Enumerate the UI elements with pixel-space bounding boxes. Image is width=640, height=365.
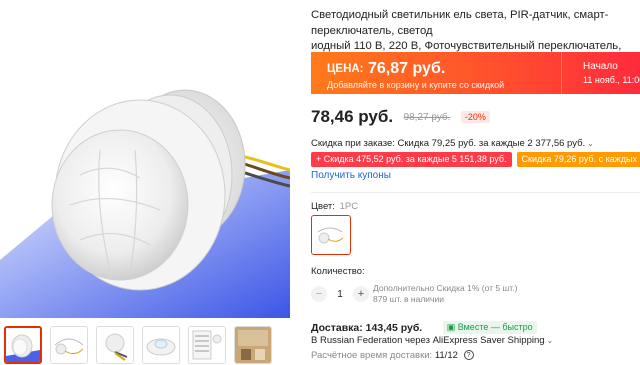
order-discount-text: Скидка при заказе: Скидка 79,25 руб. за … bbox=[311, 138, 586, 149]
delivery-time-label: Расчётное время доставки: bbox=[311, 350, 433, 361]
extra-discount-text: Дополнительно Скидка 1% (от 5 шт.) bbox=[373, 283, 518, 293]
help-icon[interactable]: ? bbox=[463, 350, 474, 361]
color-swatch-1pc[interactable] bbox=[311, 215, 351, 255]
quantity-label: Количество: bbox=[311, 266, 365, 277]
current-price: 78,46 руб. bbox=[311, 107, 394, 126]
promo-start-label: Начало bbox=[583, 61, 618, 72]
quantity-stepper: − 1 + bbox=[311, 285, 369, 303]
quantity-minus-button[interactable]: − bbox=[311, 286, 327, 302]
get-coupons-link[interactable]: Получить купоны bbox=[311, 170, 391, 181]
divider bbox=[311, 192, 640, 193]
thumbnail-strip bbox=[4, 326, 272, 364]
quantity-value[interactable]: 1 bbox=[333, 289, 347, 300]
quantity-info: Дополнительно Скидка 1% (от 5 шт.) 879 ш… bbox=[373, 283, 517, 305]
shipping-method[interactable]: В Russian Federation через AliExpress Sa… bbox=[311, 335, 553, 346]
promo-start-date: 11 нояб., 11:00 bbox=[583, 75, 640, 85]
coupon-select[interactable]: Скидка 79,26 руб. с каждых 1 981, bbox=[516, 152, 640, 167]
old-price: 98,27 руб. bbox=[403, 111, 451, 123]
price-row: 78,46 руб. 98,27 руб. -20% bbox=[311, 107, 490, 129]
product-info-panel: Светодиодный светильник ель света, PIR-д… bbox=[311, 0, 640, 365]
thumbnail-5[interactable] bbox=[188, 326, 226, 364]
thumbnail-1[interactable] bbox=[4, 326, 42, 364]
delivery-price: Доставка: 143,45 руб. bbox=[311, 321, 423, 334]
promo-label: ЦЕНА: bbox=[327, 63, 364, 75]
promo-divider bbox=[561, 52, 562, 94]
chevron-down-icon: ⌄ bbox=[546, 336, 554, 345]
coupon-list: + Скидка 475,52 руб. за каждые 5 151,38 … bbox=[311, 152, 640, 168]
delivery-time: Расчётное время доставки: 11/12 ? bbox=[311, 350, 474, 361]
color-value: 1PC bbox=[339, 201, 359, 212]
promo-price-banner[interactable]: ЦЕНА: 76,87 руб. Добавляйте в корзину и … bbox=[311, 52, 640, 94]
thumbnail-2[interactable] bbox=[50, 326, 88, 364]
shipping-route: В Russian Federation через AliExpress Sa… bbox=[311, 335, 545, 346]
fast-delivery-badge: ▣ Вместе — быстро bbox=[442, 321, 537, 335]
order-discount[interactable]: Скидка при заказе: Скидка 79,25 руб. за … bbox=[311, 138, 594, 149]
quantity-plus-button[interactable]: + bbox=[353, 286, 369, 302]
promo-price: 76,87 руб. bbox=[368, 60, 446, 77]
cart-icon: ▣ bbox=[446, 322, 456, 333]
stock-text: 879 шт. в наличии bbox=[373, 294, 444, 304]
color-label: Цвет: 1PC bbox=[311, 201, 359, 212]
thumbnail-4[interactable] bbox=[142, 326, 180, 364]
coupon-store[interactable]: + Скидка 475,52 руб. за каждые 5 151,38 … bbox=[311, 152, 512, 167]
promo-subtext: Добавляйте в корзину и купите со скидкой bbox=[327, 80, 505, 90]
thumbnail-6[interactable] bbox=[234, 326, 272, 364]
discount-badge: -20% bbox=[460, 111, 490, 123]
pir-sensor-illustration bbox=[0, 0, 290, 318]
thumbnail-3[interactable] bbox=[96, 326, 134, 364]
delivery-time-value: 11/12 bbox=[434, 350, 458, 361]
product-main-image[interactable] bbox=[0, 0, 290, 318]
chevron-down-icon: ⌄ bbox=[587, 139, 594, 148]
